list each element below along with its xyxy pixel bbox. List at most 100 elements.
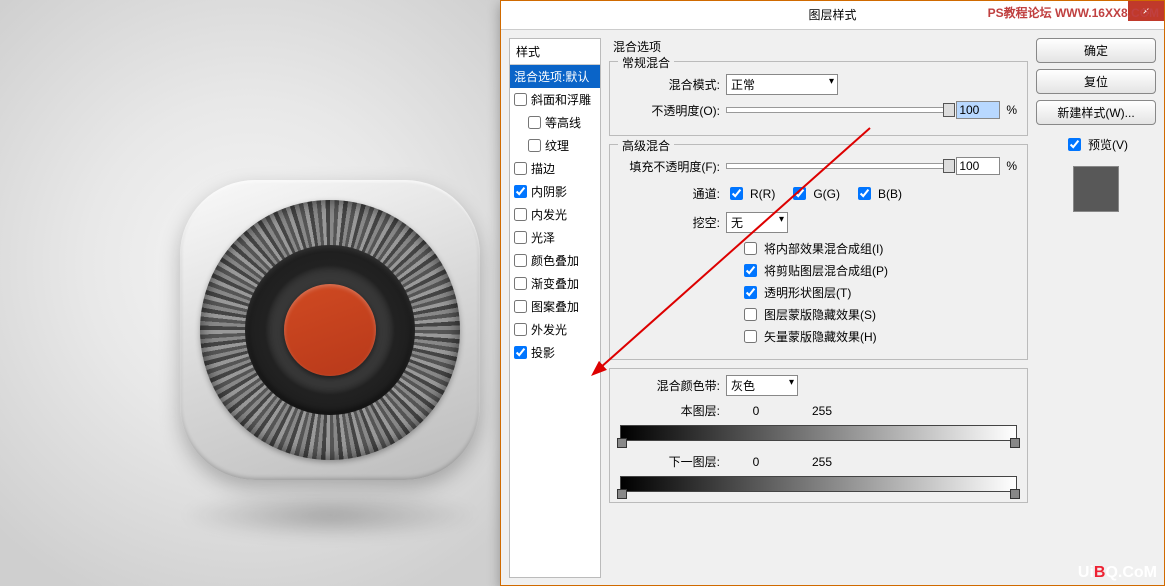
style-label: 外发光 [531,321,567,338]
opacity-unit: % [1006,103,1017,117]
channel-b-label: B(B) [878,187,902,201]
under-layer-gradient[interactable] [620,476,1017,492]
style-bevel[interactable]: 斜面和浮雕 [510,88,600,111]
opt-inner-group-checkbox[interactable] [744,242,757,255]
style-label: 内发光 [531,206,567,223]
layer-style-dialog: 图层样式 × 样式 混合选项:默认 斜面和浮雕 等高线 纹理 描边 [500,0,1165,586]
style-contour-checkbox[interactable] [528,116,541,129]
blend-mode-select[interactable]: 正常 [726,74,838,95]
inner-ring [265,265,395,395]
channel-r[interactable]: R(R) [726,184,775,203]
style-outer-glow-checkbox[interactable] [514,323,527,336]
style-label: 颜色叠加 [531,252,579,269]
style-label: 内阴影 [531,183,567,200]
style-bevel-checkbox[interactable] [514,93,527,106]
opacity-input[interactable] [956,101,1000,119]
style-inner-shadow[interactable]: 内阴影 [510,180,600,203]
watermark-bottom: UiBQ.CoM [1078,564,1157,582]
fill-opacity-label: 填充不透明度(F): [620,158,720,175]
opt-inner-group[interactable]: 将内部效果混合成组(I) [620,239,1017,258]
opt-clip-group[interactable]: 将剪贴图层混合成组(P) [620,261,1017,280]
style-inner-shadow-checkbox[interactable] [514,185,527,198]
style-drop-shadow-checkbox[interactable] [514,346,527,359]
fill-opacity-unit: % [1006,159,1017,173]
style-label: 渐变叠加 [531,275,579,292]
grad-marker-hi[interactable] [1010,438,1020,448]
channel-g-checkbox[interactable] [793,187,806,200]
style-pattern-overlay[interactable]: 图案叠加 [510,295,600,318]
record-dot [284,284,376,376]
this-layer-label: 本图层: [620,402,720,419]
blend-if-group: 混合颜色带: 灰色 本图层: 0 255 下一图层: 0 255 [609,368,1028,503]
style-label: 斜面和浮雕 [531,91,591,108]
fill-opacity-input[interactable] [956,157,1000,175]
this-layer-gradient[interactable] [620,425,1017,441]
watermark-top: PS教程论坛 WWW.16XX8.COM [988,4,1159,21]
channel-g[interactable]: G(G) [789,184,840,203]
general-blend-group: 常规混合 混合模式: 正常 不透明度(O): % [609,61,1028,136]
blend-mode-label: 混合模式: [620,76,720,93]
under-min: 0 [726,455,786,469]
channel-b[interactable]: B(B) [854,184,902,203]
opt-trans-shape-checkbox[interactable] [744,286,757,299]
opt-layer-mask-checkbox[interactable] [744,308,757,321]
blend-if-channel-select[interactable]: 灰色 [726,375,798,396]
channels-label: 通道: [620,185,720,202]
style-contour[interactable]: 等高线 [510,111,600,134]
style-satin-checkbox[interactable] [514,231,527,244]
dialog-buttons: 确定 复位 新建样式(W)... 预览(V) [1036,38,1156,578]
canvas-area [0,0,500,586]
channel-r-checkbox[interactable] [730,187,743,200]
styles-list: 样式 混合选项:默认 斜面和浮雕 等高线 纹理 描边 内阴影 [509,38,601,578]
new-style-button[interactable]: 新建样式(W)... [1036,100,1156,125]
style-stroke-checkbox[interactable] [514,162,527,175]
style-color-overlay-checkbox[interactable] [514,254,527,267]
style-drop-shadow[interactable]: 投影 [510,341,600,364]
style-label: 投影 [531,344,555,361]
style-blend-default[interactable]: 混合选项:默认 [510,65,600,88]
knockout-select[interactable]: 无 [726,212,788,233]
opt-layer-mask[interactable]: 图层蒙版隐藏效果(S) [620,305,1017,324]
cancel-button[interactable]: 复位 [1036,69,1156,94]
style-label: 等高线 [545,114,581,131]
icon-shadow [180,490,480,540]
knockout-label: 挖空: [620,214,720,231]
opacity-label: 不透明度(O): [620,102,720,119]
style-gradient-overlay-checkbox[interactable] [514,277,527,290]
this-min: 0 [726,404,786,418]
opt-vector-mask[interactable]: 矢量蒙版隐藏效果(H) [620,327,1017,346]
opt-clip-group-checkbox[interactable] [744,264,757,277]
wm-part: Ui [1078,564,1094,581]
style-outer-glow[interactable]: 外发光 [510,318,600,341]
slider-thumb[interactable] [943,159,955,173]
advanced-blend-group: 高级混合 填充不透明度(F): % 通道: R(R) G(G) B(B) 挖空 [609,144,1028,360]
preview-checkbox-row[interactable]: 预览(V) [1036,135,1156,154]
style-color-overlay[interactable]: 颜色叠加 [510,249,600,272]
opt-trans-shape[interactable]: 透明形状图层(T) [620,283,1017,302]
channel-b-checkbox[interactable] [858,187,871,200]
style-texture-checkbox[interactable] [528,139,541,152]
style-stroke[interactable]: 描边 [510,157,600,180]
grad-marker-hi[interactable] [1010,489,1020,499]
style-pattern-overlay-checkbox[interactable] [514,300,527,313]
style-inner-glow[interactable]: 内发光 [510,203,600,226]
slider-thumb[interactable] [943,103,955,117]
wm-part: Q.CoM [1105,564,1157,581]
style-gradient-overlay[interactable]: 渐变叠加 [510,272,600,295]
style-inner-glow-checkbox[interactable] [514,208,527,221]
style-label: 纹理 [545,137,569,154]
ok-button[interactable]: 确定 [1036,38,1156,63]
opacity-slider[interactable] [726,107,950,113]
opt-vector-mask-checkbox[interactable] [744,330,757,343]
grad-marker-lo[interactable] [617,438,627,448]
styles-header: 样式 [510,39,600,65]
grad-marker-lo[interactable] [617,489,627,499]
blending-options-header: 混合选项 [613,38,1028,55]
preview-checkbox[interactable] [1068,138,1081,151]
style-label: 混合选项:默认 [514,68,589,85]
fill-opacity-slider[interactable] [726,163,950,169]
style-satin[interactable]: 光泽 [510,226,600,249]
style-label: 图案叠加 [531,298,579,315]
metal-ring [200,200,460,460]
style-texture[interactable]: 纹理 [510,134,600,157]
